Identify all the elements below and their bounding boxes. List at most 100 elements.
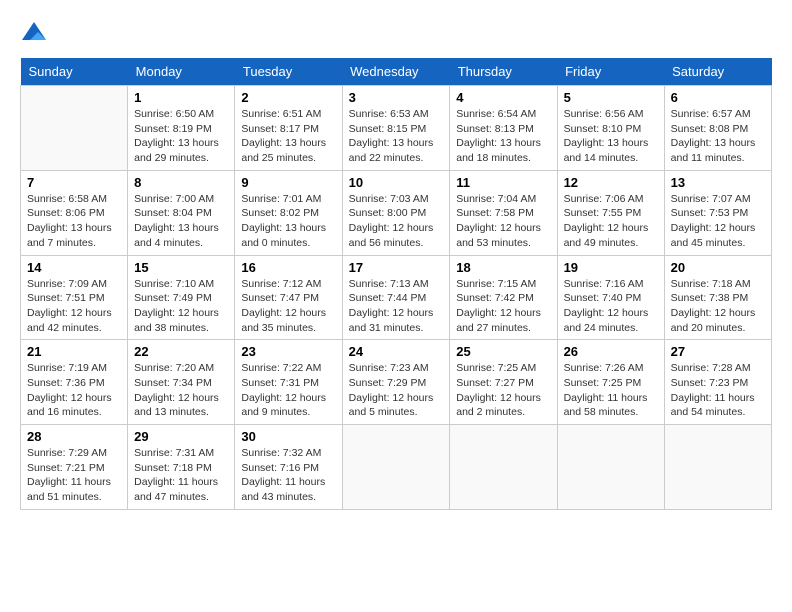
day-info: Sunrise: 7:25 AMSunset: 7:27 PMDaylight:… xyxy=(456,361,550,420)
header-row: SundayMondayTuesdayWednesdayThursdayFrid… xyxy=(21,58,772,86)
day-info: Sunrise: 7:16 AMSunset: 7:40 PMDaylight:… xyxy=(564,277,658,336)
weekday-header: Saturday xyxy=(664,58,771,86)
day-number: 18 xyxy=(456,260,550,275)
day-number: 25 xyxy=(456,344,550,359)
calendar-cell xyxy=(21,86,128,171)
day-number: 17 xyxy=(349,260,444,275)
day-info: Sunrise: 7:03 AMSunset: 8:00 PMDaylight:… xyxy=(349,192,444,251)
day-number: 19 xyxy=(564,260,658,275)
day-info: Sunrise: 7:13 AMSunset: 7:44 PMDaylight:… xyxy=(349,277,444,336)
day-number: 6 xyxy=(671,90,765,105)
day-number: 30 xyxy=(241,429,335,444)
calendar-cell: 11 Sunrise: 7:04 AMSunset: 7:58 PMDayligh… xyxy=(450,170,557,255)
day-number: 20 xyxy=(671,260,765,275)
calendar-cell: 7Sunrise: 6:58 AMSunset: 8:06 PMDaylight… xyxy=(21,170,128,255)
calendar-cell: 20 Sunrise: 7:18 AMSunset: 7:38 PMDayligh… xyxy=(664,255,771,340)
calendar-cell: 1Sunrise: 6:50 AMSunset: 8:19 PMDaylight… xyxy=(128,86,235,171)
calendar-cell: 22 Sunrise: 7:20 AMSunset: 7:34 PMDayligh… xyxy=(128,340,235,425)
day-number: 15 xyxy=(134,260,228,275)
day-info: Sunrise: 7:23 AMSunset: 7:29 PMDaylight:… xyxy=(349,361,444,420)
day-number: 3 xyxy=(349,90,444,105)
day-number: 13 xyxy=(671,175,765,190)
day-number: 11 xyxy=(456,175,550,190)
calendar-cell: 18 Sunrise: 7:15 AMSunset: 7:42 PMDayligh… xyxy=(450,255,557,340)
calendar-cell: 24 Sunrise: 7:23 AMSunset: 7:29 PMDayligh… xyxy=(342,340,450,425)
day-info: Sunrise: 6:50 AMSunset: 8:19 PMDaylight:… xyxy=(134,107,228,166)
calendar-week-row: 7Sunrise: 6:58 AMSunset: 8:06 PMDaylight… xyxy=(21,170,772,255)
calendar-cell: 26Sunrise: 7:26 AMSunset: 7:25 PMDayligh… xyxy=(557,340,664,425)
calendar-cell xyxy=(450,425,557,510)
day-info: Sunrise: 7:32 AMSunset: 7:16 PMDaylight:… xyxy=(241,446,335,505)
day-number: 9 xyxy=(241,175,335,190)
day-number: 27 xyxy=(671,344,765,359)
day-info: Sunrise: 7:06 AMSunset: 7:55 PMDaylight:… xyxy=(564,192,658,251)
day-number: 22 xyxy=(134,344,228,359)
weekday-header: Wednesday xyxy=(342,58,450,86)
day-info: Sunrise: 7:31 AMSunset: 7:18 PMDaylight:… xyxy=(134,446,228,505)
weekday-header: Friday xyxy=(557,58,664,86)
calendar-cell: 13 Sunrise: 7:07 AMSunset: 7:53 PMDayligh… xyxy=(664,170,771,255)
calendar-cell xyxy=(342,425,450,510)
day-info: Sunrise: 7:12 AMSunset: 7:47 PMDaylight:… xyxy=(241,277,335,336)
day-info: Sunrise: 6:56 AMSunset: 8:10 PMDaylight:… xyxy=(564,107,658,166)
calendar-cell: 10 Sunrise: 7:03 AMSunset: 8:00 PMDayligh… xyxy=(342,170,450,255)
logo-icon xyxy=(20,20,48,48)
day-number: 16 xyxy=(241,260,335,275)
weekday-header: Monday xyxy=(128,58,235,86)
day-number: 21 xyxy=(27,344,121,359)
calendar-cell: 2 Sunrise: 6:51 AMSunset: 8:17 PMDaylight… xyxy=(235,86,342,171)
day-info: Sunrise: 7:15 AMSunset: 7:42 PMDaylight:… xyxy=(456,277,550,336)
calendar-cell: 27Sunrise: 7:28 AMSunset: 7:23 PMDayligh… xyxy=(664,340,771,425)
calendar-cell: 12 Sunrise: 7:06 AMSunset: 7:55 PMDayligh… xyxy=(557,170,664,255)
day-info: Sunrise: 7:04 AMSunset: 7:58 PMDaylight:… xyxy=(456,192,550,251)
day-info: Sunrise: 6:53 AMSunset: 8:15 PMDaylight:… xyxy=(349,107,444,166)
day-number: 4 xyxy=(456,90,550,105)
day-number: 10 xyxy=(349,175,444,190)
calendar-cell xyxy=(664,425,771,510)
day-number: 23 xyxy=(241,344,335,359)
day-info: Sunrise: 7:01 AMSunset: 8:02 PMDaylight:… xyxy=(241,192,335,251)
weekday-header: Sunday xyxy=(21,58,128,86)
day-number: 5 xyxy=(564,90,658,105)
calendar-cell: 15 Sunrise: 7:10 AMSunset: 7:49 PMDayligh… xyxy=(128,255,235,340)
day-info: Sunrise: 7:18 AMSunset: 7:38 PMDaylight:… xyxy=(671,277,765,336)
calendar-cell: 6 Sunrise: 6:57 AMSunset: 8:08 PMDaylight… xyxy=(664,86,771,171)
calendar-cell: 19 Sunrise: 7:16 AMSunset: 7:40 PMDayligh… xyxy=(557,255,664,340)
calendar-cell: 4 Sunrise: 6:54 AMSunset: 8:13 PMDaylight… xyxy=(450,86,557,171)
day-info: Sunrise: 7:19 AMSunset: 7:36 PMDaylight:… xyxy=(27,361,121,420)
day-number: 29 xyxy=(134,429,228,444)
day-info: Sunrise: 7:20 AMSunset: 7:34 PMDaylight:… xyxy=(134,361,228,420)
day-info: Sunrise: 7:09 AMSunset: 7:51 PMDaylight:… xyxy=(27,277,121,336)
day-number: 24 xyxy=(349,344,444,359)
day-number: 7 xyxy=(27,175,121,190)
calendar-cell: 30 Sunrise: 7:32 AMSunset: 7:16 PMDayligh… xyxy=(235,425,342,510)
day-info: Sunrise: 7:29 AMSunset: 7:21 PMDaylight:… xyxy=(27,446,121,505)
weekday-header: Thursday xyxy=(450,58,557,86)
day-info: Sunrise: 6:57 AMSunset: 8:08 PMDaylight:… xyxy=(671,107,765,166)
calendar-week-row: 21 Sunrise: 7:19 AMSunset: 7:36 PMDayligh… xyxy=(21,340,772,425)
calendar-cell: 3 Sunrise: 6:53 AMSunset: 8:15 PMDaylight… xyxy=(342,86,450,171)
calendar-cell: 9 Sunrise: 7:01 AMSunset: 8:02 PMDaylight… xyxy=(235,170,342,255)
calendar-week-row: 1Sunrise: 6:50 AMSunset: 8:19 PMDaylight… xyxy=(21,86,772,171)
day-number: 26 xyxy=(564,344,658,359)
logo xyxy=(20,20,52,48)
day-info: Sunrise: 6:51 AMSunset: 8:17 PMDaylight:… xyxy=(241,107,335,166)
calendar-cell: 23 Sunrise: 7:22 AMSunset: 7:31 PMDayligh… xyxy=(235,340,342,425)
day-number: 2 xyxy=(241,90,335,105)
calendar-week-row: 28Sunrise: 7:29 AMSunset: 7:21 PMDayligh… xyxy=(21,425,772,510)
calendar-cell: 25 Sunrise: 7:25 AMSunset: 7:27 PMDayligh… xyxy=(450,340,557,425)
day-info: Sunrise: 7:00 AMSunset: 8:04 PMDaylight:… xyxy=(134,192,228,251)
calendar-cell: 17 Sunrise: 7:13 AMSunset: 7:44 PMDayligh… xyxy=(342,255,450,340)
calendar-cell: 29 Sunrise: 7:31 AMSunset: 7:18 PMDayligh… xyxy=(128,425,235,510)
day-info: Sunrise: 6:54 AMSunset: 8:13 PMDaylight:… xyxy=(456,107,550,166)
calendar-cell: 16 Sunrise: 7:12 AMSunset: 7:47 PMDayligh… xyxy=(235,255,342,340)
calendar-cell: 28Sunrise: 7:29 AMSunset: 7:21 PMDayligh… xyxy=(21,425,128,510)
day-info: Sunrise: 7:22 AMSunset: 7:31 PMDaylight:… xyxy=(241,361,335,420)
day-number: 8 xyxy=(134,175,228,190)
day-info: Sunrise: 7:10 AMSunset: 7:49 PMDaylight:… xyxy=(134,277,228,336)
calendar-week-row: 14Sunrise: 7:09 AMSunset: 7:51 PMDayligh… xyxy=(21,255,772,340)
day-info: Sunrise: 7:07 AMSunset: 7:53 PMDaylight:… xyxy=(671,192,765,251)
page-header xyxy=(20,20,772,48)
day-number: 12 xyxy=(564,175,658,190)
calendar-cell: 5 Sunrise: 6:56 AMSunset: 8:10 PMDaylight… xyxy=(557,86,664,171)
